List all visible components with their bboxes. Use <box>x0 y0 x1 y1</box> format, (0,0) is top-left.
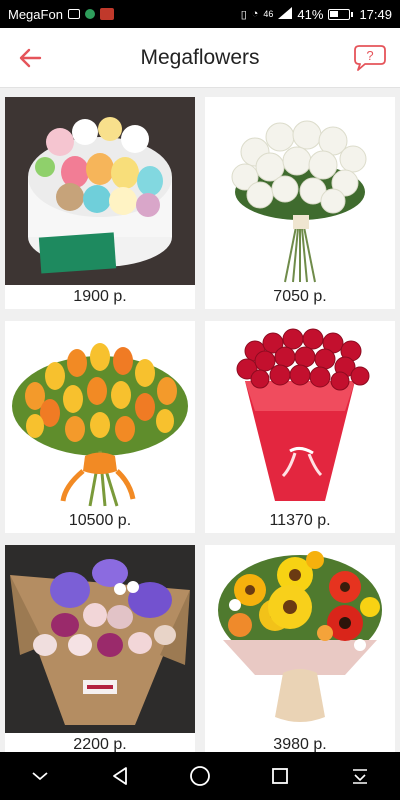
hide-nav-button[interactable] <box>20 756 60 796</box>
product-price: 11370 р. <box>269 512 331 529</box>
product-image-white-roses <box>205 97 395 285</box>
product-card[interactable]: 1900 р. <box>5 97 195 309</box>
product-price: 7050 р. <box>273 288 327 305</box>
product-card[interactable]: 7050 р. <box>205 97 395 309</box>
product-card[interactable]: 3980 р. <box>205 545 395 757</box>
app-notification-icon <box>84 9 95 19</box>
product-price: 10500 р. <box>68 512 132 529</box>
help-button[interactable]: ? <box>340 28 400 88</box>
svg-text:?: ? <box>366 48 373 63</box>
help-bubble-icon: ? <box>354 44 386 71</box>
status-bar: MegaFon ▯ ◔ 46 41% 17:49 <box>0 0 400 28</box>
chevron-down-icon <box>32 772 48 781</box>
app-badge-icon <box>99 8 114 20</box>
screenshot-icon <box>67 9 80 19</box>
product-card[interactable]: 2200 р. <box>5 545 195 757</box>
home-circle-icon <box>190 766 210 786</box>
back-button[interactable] <box>0 28 60 88</box>
alarm-icon: ◔ <box>251 8 259 20</box>
product-image-macarons-box <box>5 97 195 285</box>
notifications-pull-icon <box>353 769 367 784</box>
recents-square-icon <box>272 768 288 784</box>
page-title: Megaflowers <box>140 45 260 69</box>
network-type: 46 <box>263 9 274 19</box>
product-card[interactable]: 10500 р. <box>5 321 195 533</box>
nav-home-button[interactable] <box>180 756 220 796</box>
vibrate-icon: ▯ <box>240 8 247 21</box>
signal-icon <box>278 6 293 22</box>
app-header: Megaflowers ? <box>0 28 400 88</box>
product-image-tulips <box>5 321 195 509</box>
nav-back-button[interactable] <box>100 756 140 796</box>
product-image-red-roses <box>205 321 395 509</box>
product-price: 1900 р. <box>73 288 127 305</box>
nav-notifications-button[interactable] <box>340 756 380 796</box>
carrier-name: MegaFon <box>8 6 63 22</box>
product-grid: 1900 р. 7050 р. 10500 р. 11370 р. 2200 р… <box>5 97 395 757</box>
battery-icon <box>328 8 354 20</box>
nav-recents-button[interactable] <box>260 756 300 796</box>
product-image-gerbera-bouquet <box>205 545 395 733</box>
battery-percent: 41% <box>297 6 324 22</box>
back-arrow-icon <box>19 48 42 67</box>
product-image-orchid-bouquet <box>5 545 195 733</box>
system-nav-bar <box>0 752 400 800</box>
clock: 17:49 <box>359 6 392 22</box>
back-triangle-icon <box>113 767 127 785</box>
product-card[interactable]: 11370 р. <box>205 321 395 533</box>
